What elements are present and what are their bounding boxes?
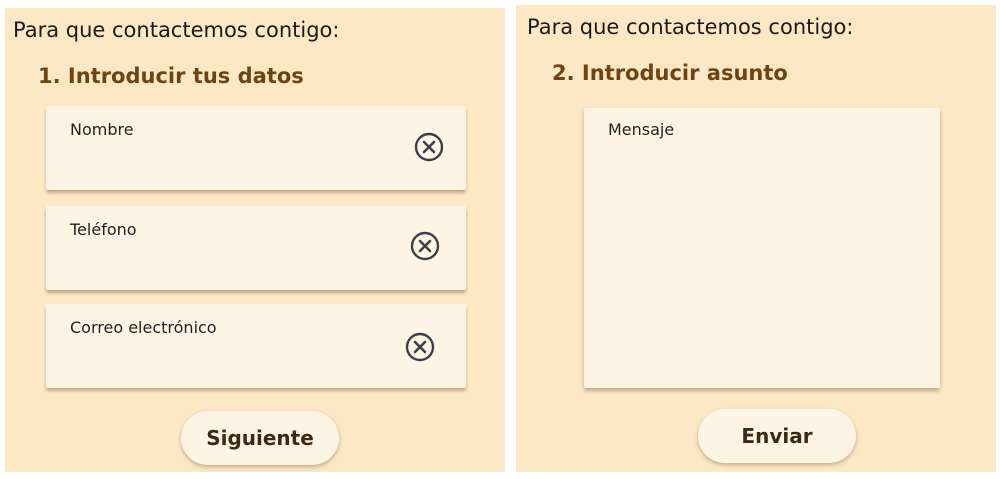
email-field[interactable]: Correo electrónico	[46, 304, 466, 388]
phone-field[interactable]: Teléfono	[46, 206, 466, 290]
subject-panel: Para que contactemos contigo: 2. Introdu…	[516, 5, 996, 472]
step-1-title: 1. Introducir tus datos	[38, 64, 304, 88]
clear-email-icon[interactable]	[405, 332, 435, 362]
email-field-label: Correo electrónico	[70, 318, 217, 337]
send-button[interactable]: Enviar	[698, 409, 856, 463]
name-field[interactable]: Nombre	[46, 106, 466, 190]
name-field-label: Nombre	[70, 120, 134, 139]
clear-name-icon[interactable]	[414, 132, 444, 162]
intro-text: Para que contactemos contigo:	[527, 15, 854, 39]
phone-field-label: Teléfono	[70, 220, 137, 239]
step-2-title: 2. Introducir asunto	[552, 61, 788, 85]
message-textarea[interactable]: Mensaje	[584, 108, 940, 388]
contact-data-panel: Para que contactemos contigo: 1. Introdu…	[5, 8, 505, 472]
clear-phone-icon[interactable]	[410, 231, 440, 261]
intro-text: Para que contactemos contigo:	[13, 18, 340, 42]
message-label: Mensaje	[608, 120, 675, 139]
next-button[interactable]: Siguiente	[181, 411, 339, 465]
